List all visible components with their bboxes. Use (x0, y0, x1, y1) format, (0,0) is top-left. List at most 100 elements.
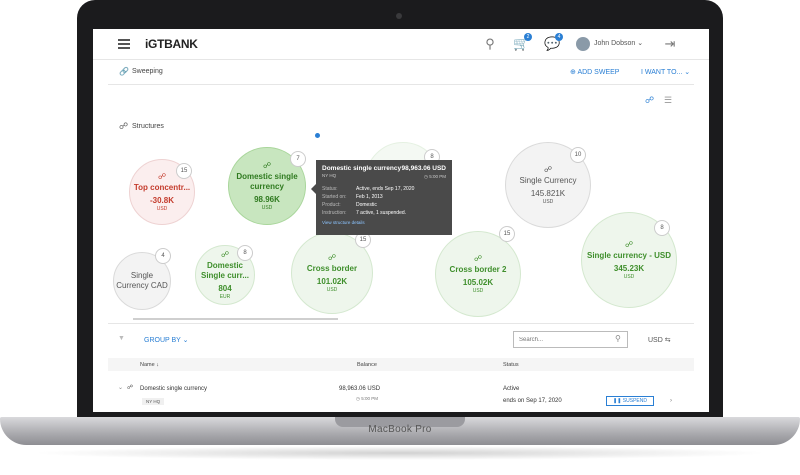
app-screen: iGTBANK ⚲ 🛒 2 💬 4 John Dobson ⌄ ⇥ 🔗 Sweepi… (93, 29, 709, 412)
group-by-button[interactable]: GROUP BY ⌄ (144, 336, 189, 344)
row-time: ◷ 5:00 PM (356, 396, 378, 401)
bubble-amount: 804 (218, 284, 232, 293)
list-view-icon[interactable]: ☰ (664, 95, 672, 106)
bubble-name: Single Currency (519, 176, 577, 185)
bubble-currency: EUR (219, 294, 231, 300)
cart-badge: 2 (524, 33, 532, 41)
currency-switch[interactable]: USD ⇆ (648, 336, 671, 344)
chat-icon[interactable]: 💬 4 (544, 33, 563, 51)
tooltip-row: Instruction: 7 active, 1 suspended. (322, 210, 446, 216)
structure-icon: ☍ (262, 161, 272, 170)
bubble-amount: -30.8K (149, 196, 174, 205)
row-balance: 98,963.06 USD (339, 386, 381, 392)
row-name: Domestic single currency (140, 386, 208, 392)
subheader: 🔗 Sweeping ⊕ ADD SWEEP I WANT TO... ⌄ (108, 59, 694, 85)
bubble-currency: USD (326, 287, 338, 293)
expand-icon[interactable]: ⌄ (118, 384, 123, 391)
tooltip-value: Domestic (356, 202, 377, 208)
filter-icon[interactable]: ▼ (118, 335, 125, 342)
horizontal-scrollbar[interactable] (133, 318, 338, 320)
tooltip-key: Started on: (322, 194, 347, 200)
row-time-value: 5:00 PM (361, 396, 378, 401)
device-label: MacBook Pro (368, 424, 432, 435)
column-name-label: Name (140, 362, 155, 368)
logout-icon[interactable]: ⇥ (663, 37, 677, 51)
tooltip-time-value: 5:00 PM (429, 174, 446, 179)
divider (108, 323, 694, 324)
chat-badge: 4 (555, 33, 563, 41)
pagination-dot[interactable] (315, 133, 320, 138)
bubble-count: 15 (176, 163, 192, 179)
bubble-name: Domestic Single curr... (200, 261, 249, 280)
bubble-count: 10 (570, 147, 586, 163)
bubble-name: Cross border (306, 264, 358, 273)
group-by-label: GROUP BY (144, 337, 181, 344)
view-structure-details-link[interactable]: View structure details (322, 220, 446, 225)
bubble-currency: USD (156, 206, 168, 212)
structure-icon: ☍ (157, 172, 167, 181)
bubble-count: 7 (290, 151, 306, 167)
tooltip-value: Feb 1, 2013 (356, 194, 383, 200)
bubble-currency: USD (542, 199, 554, 205)
add-sweep-button[interactable]: ⊕ ADD SWEEP (570, 68, 619, 76)
bubble-name: Top concentr... (133, 183, 191, 192)
bubble-name: Domestic single currency (236, 172, 298, 191)
bubble-name: Cross border 2 (449, 265, 507, 274)
bubble-count: 15 (499, 226, 515, 242)
structure-view-icon[interactable]: ☍ (645, 95, 654, 106)
row-status: Active (503, 386, 520, 392)
chevron-right-icon[interactable]: › (670, 398, 672, 404)
suspend-button[interactable]: ❚❚ SUSPEND (606, 396, 654, 406)
structure-icon: ☍ (473, 254, 483, 263)
column-status[interactable]: Status (503, 362, 519, 368)
user-menu[interactable]: John Dobson ⌄ (594, 39, 643, 47)
search-input[interactable] (513, 331, 628, 348)
user-name: John Dobson (594, 40, 636, 47)
add-sweep-label: ADD SWEEP (577, 69, 620, 76)
bubble-count: 8 (654, 220, 670, 236)
tooltip-amount: 98,963.06 USD (401, 165, 446, 172)
bubble-count: 8 (237, 245, 253, 261)
page-title: Sweeping (132, 68, 163, 75)
bubble-name: Single Currency CAD (116, 271, 168, 290)
bubble-currency: USD (261, 205, 273, 211)
tooltip-details: Status: Active, ends Sep 17, 2020 Started… (322, 186, 446, 216)
currency-label: USD (648, 337, 663, 344)
bubble-currency: USD (623, 274, 635, 280)
structure-icon: ☍ (543, 165, 553, 174)
structure-icon: ☍ (127, 385, 134, 391)
link-icon: 🔗 (119, 67, 129, 76)
bubble-amount: 145.821K (530, 189, 566, 198)
tooltip-row: Status: Active, ends Sep 17, 2020 (322, 186, 446, 192)
bubble-currency: USD (472, 288, 484, 294)
tooltip-key: Product: (322, 202, 341, 208)
menu-icon[interactable] (118, 39, 130, 49)
bubble-amount: 101.02K (316, 277, 348, 286)
tooltip-row: Started on: Feb 1, 2013 (322, 194, 446, 200)
bubble-amount: 98.96K (254, 195, 280, 204)
structure-tooltip: Domestic single currency 98,963.06 USD N… (311, 160, 452, 235)
i-want-to-label: I WANT TO... (641, 69, 683, 76)
structure-icon: ☍ (220, 250, 230, 259)
cart-icon[interactable]: 🛒 2 (513, 33, 532, 51)
bubble-amount: 105.02K (462, 278, 494, 287)
column-balance[interactable]: Balance (357, 362, 377, 368)
tooltip-value: 7 active, 1 suspended. (356, 210, 407, 216)
search-icon[interactable]: ⚲ (483, 37, 497, 51)
column-name[interactable]: Name ↓ (140, 362, 159, 368)
search-icon[interactable]: ⚲ (615, 334, 621, 343)
i-want-to-menu[interactable]: I WANT TO... ⌄ (641, 68, 690, 76)
table-row[interactable]: ⌄ ☍ Domestic single currency NY HQ 98,96… (108, 374, 694, 412)
tooltip-key: Status: (322, 186, 338, 192)
bubble-amount: 345.23K (613, 264, 645, 273)
bubble-cross-border-2[interactable]: ☍ Cross border 2 105.02K USD (435, 231, 521, 317)
camera (396, 13, 402, 19)
row-tag: NY HQ (142, 398, 165, 405)
laptop-shadow (30, 446, 770, 460)
tooltip-value: Active, ends Sep 17, 2020 (356, 186, 415, 192)
avatar[interactable] (576, 37, 590, 51)
tooltip-row: Product: Domestic (322, 202, 446, 208)
tooltip-time: ◷ 5:00 PM (424, 174, 446, 179)
top-bar: iGTBANK ⚲ 🛒 2 💬 4 John Dobson ⌄ ⇥ (93, 29, 709, 60)
logo: iGTBANK (145, 37, 198, 51)
